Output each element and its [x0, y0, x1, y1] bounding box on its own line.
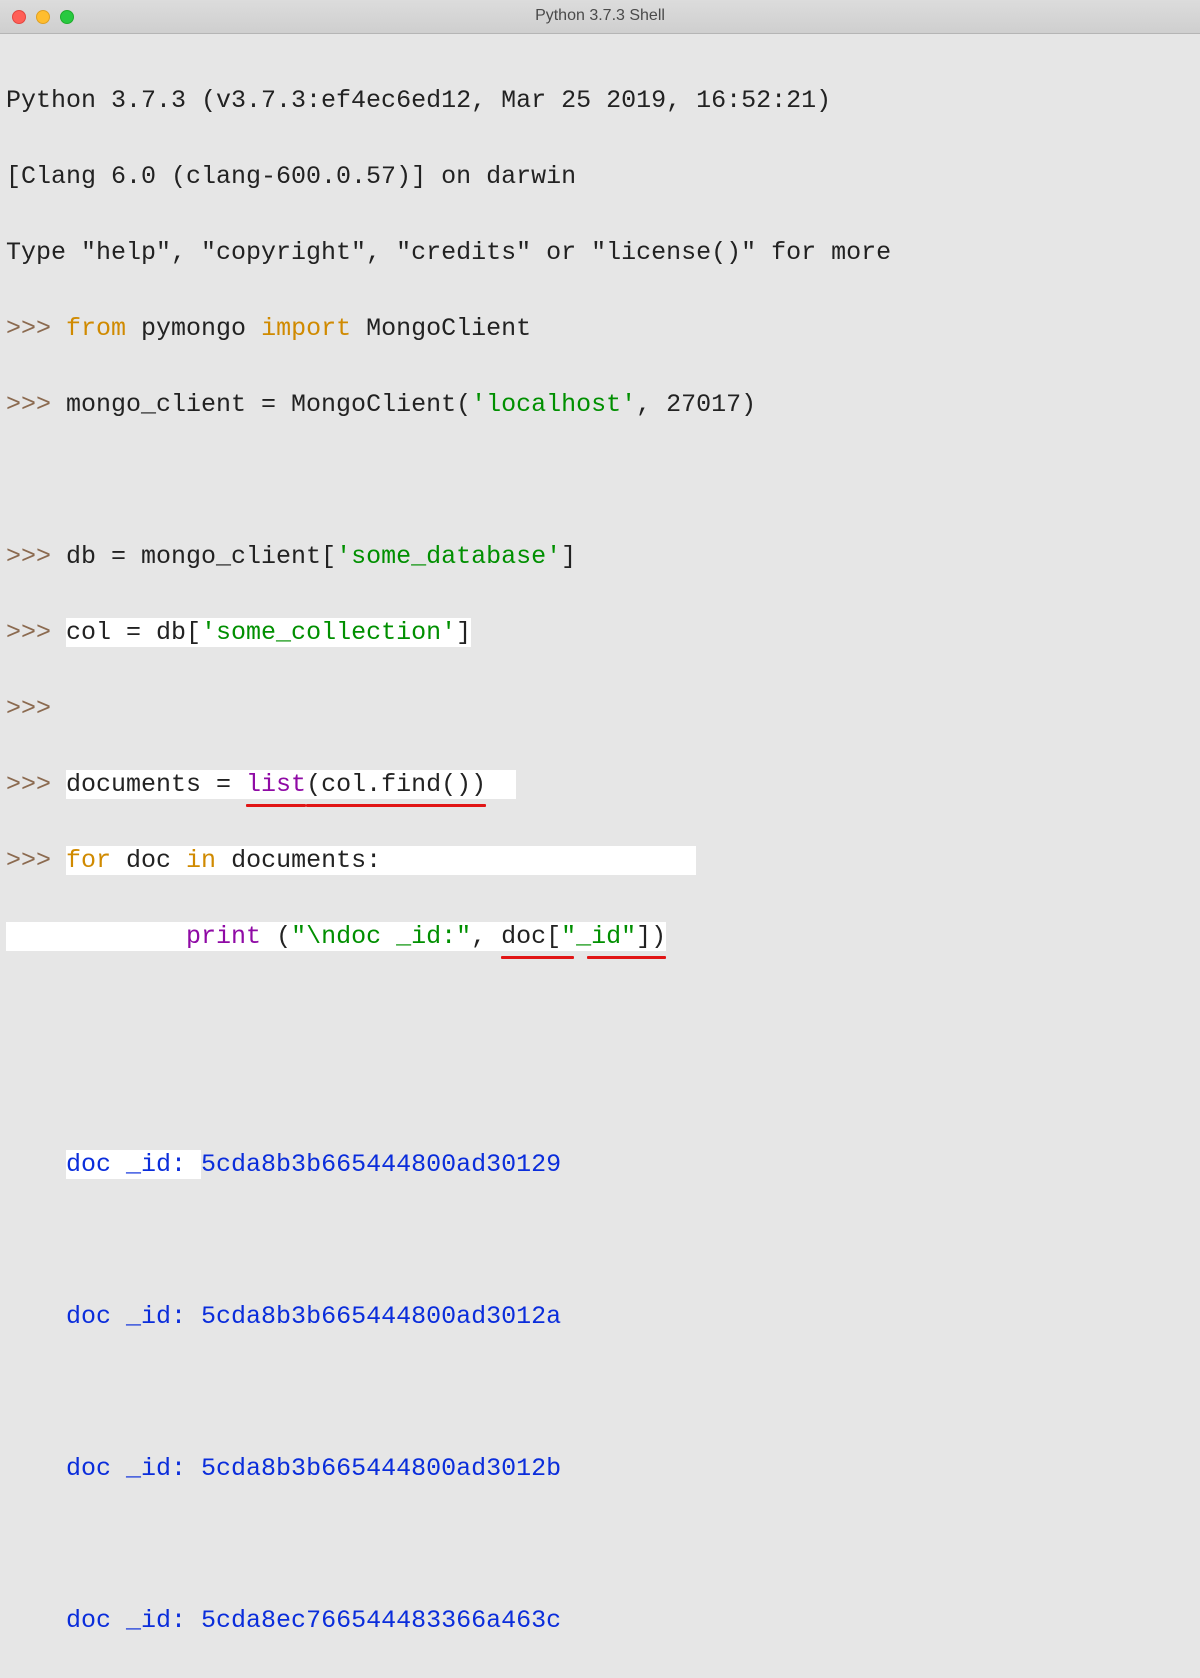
- prompt: >>>: [6, 314, 66, 343]
- prompt: >>>: [6, 770, 66, 799]
- builtin-print: print: [186, 922, 261, 951]
- window-titlebar: Python 3.7.3 Shell: [0, 0, 1200, 34]
- keyword-in: in: [186, 846, 216, 875]
- output-label: doc _id:: [66, 1454, 201, 1483]
- code-text: doc: [111, 846, 186, 875]
- window-controls: [0, 10, 74, 24]
- prompt: >>>: [6, 846, 66, 875]
- output-id: 5cda8b3b665444800ad3012a: [201, 1302, 561, 1331]
- keyword-for: for: [66, 846, 111, 875]
- blank-line: [6, 1374, 1194, 1412]
- output-line: doc _id: 5cda8b3b665444800ad30129: [6, 1146, 1194, 1184]
- prompt: >>>: [6, 542, 66, 571]
- code-text: ,: [471, 922, 501, 951]
- output-label: doc _id:: [66, 1302, 201, 1331]
- code-text: ]: [561, 542, 576, 571]
- highlighted-code: col = db['some_collection']: [66, 618, 471, 647]
- maximize-icon[interactable]: [60, 10, 74, 24]
- banner-line: Python 3.7.3 (v3.7.3:ef4ec6ed12, Mar 25 …: [6, 82, 1194, 120]
- output-label: doc _id:: [66, 1606, 201, 1635]
- blank-line: [6, 1070, 1194, 1108]
- code-line: >>>: [6, 690, 1194, 728]
- code-line: print ("\ndoc _id:", doc["_id"]): [6, 918, 1194, 956]
- prompt: >>>: [6, 694, 66, 723]
- output-line: doc _id: 5cda8b3b665444800ad3012b: [6, 1450, 1194, 1488]
- code-text: ]: [456, 618, 471, 647]
- code-text: , 27017): [636, 390, 756, 419]
- code-text: mongo_client = MongoClient(: [66, 390, 471, 419]
- output-id: 5cda8ec766544483366a463c: [201, 1606, 561, 1635]
- code-line: >>> mongo_client = MongoClient('localhos…: [6, 386, 1194, 424]
- indent: [66, 922, 186, 951]
- call-args: (col.find()): [306, 766, 486, 804]
- code-text: documents =: [66, 770, 246, 799]
- code-text: documents:: [216, 846, 381, 875]
- code-text: col = db[: [66, 618, 201, 647]
- blank-line: [6, 1526, 1194, 1564]
- code-text: ]): [636, 922, 666, 951]
- output-line: doc _id: 5cda8ec766544483366a463c: [6, 1602, 1194, 1640]
- index-expression: doc["_id"]): [501, 918, 666, 956]
- keyword-import: import: [261, 314, 351, 343]
- highlighted-code: for doc in documents:: [66, 846, 696, 875]
- banner-line: Type "help", "copyright", "credits" or "…: [6, 234, 1194, 272]
- code-line: >>> db = mongo_client['some_database']: [6, 538, 1194, 576]
- output-label: doc _id:: [66, 1150, 201, 1179]
- string-literal: 'some_collection': [201, 618, 456, 647]
- string-literal: 'some_database': [336, 542, 561, 571]
- close-icon[interactable]: [12, 10, 26, 24]
- blank-line: [6, 1222, 1194, 1260]
- shell-content[interactable]: Python 3.7.3 (v3.7.3:ef4ec6ed12, Mar 25 …: [0, 34, 1200, 1678]
- prompt: >>>: [6, 390, 66, 419]
- keyword-from: from: [66, 314, 126, 343]
- minimize-icon[interactable]: [36, 10, 50, 24]
- code-line: >>> for doc in documents:: [6, 842, 1194, 880]
- code-text: doc[: [501, 922, 561, 951]
- code-text: (: [261, 922, 291, 951]
- output-line: doc _id: 5cda8b3b665444800ad3012a: [6, 1298, 1194, 1336]
- builtin-list: list: [246, 766, 306, 804]
- string-literal: "\ndoc _id:": [291, 922, 471, 951]
- code-text: MongoClient: [351, 314, 531, 343]
- code-line: >>> from pymongo import MongoClient: [6, 310, 1194, 348]
- blank-line: [6, 462, 1194, 500]
- code-text: pymongo: [126, 314, 261, 343]
- code-line: >>> documents = list(col.find()): [6, 766, 1194, 804]
- banner-line: [Clang 6.0 (clang-600.0.57)] on darwin: [6, 158, 1194, 196]
- prompt: >>>: [6, 618, 66, 647]
- output-id: 5cda8b3b665444800ad30129: [201, 1150, 561, 1179]
- string-literal: "_id": [561, 922, 636, 951]
- string-literal: 'localhost': [471, 390, 636, 419]
- blank-line: [6, 994, 1194, 1032]
- code-line: >>> col = db['some_collection']: [6, 614, 1194, 652]
- code-text: db = mongo_client[: [66, 542, 336, 571]
- highlighted-code: print ("\ndoc _id:", doc["_id"]): [6, 922, 666, 951]
- window-title: Python 3.7.3 Shell: [0, 4, 1200, 28]
- output-id: 5cda8b3b665444800ad3012b: [201, 1454, 561, 1483]
- highlighted-code: documents = list(col.find()): [66, 770, 516, 799]
